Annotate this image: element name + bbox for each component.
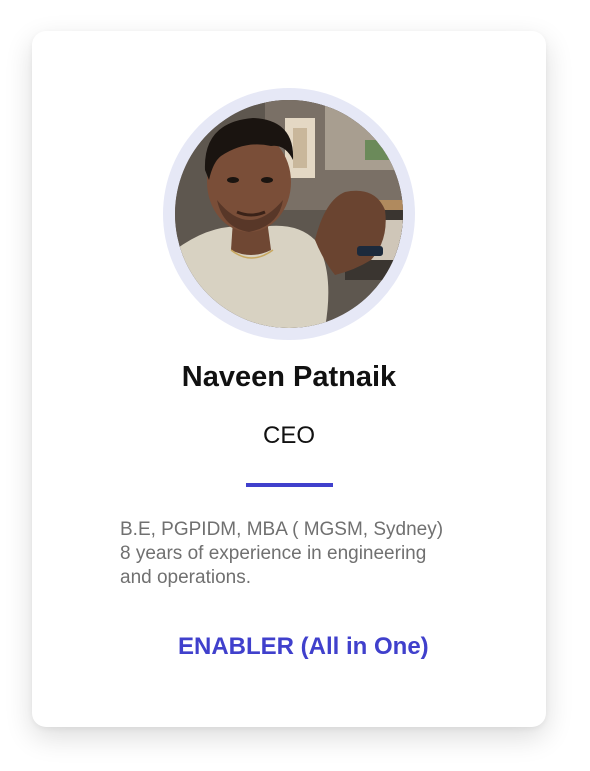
profile-name: Naveen Patnaik (181, 361, 397, 393)
bio-line: and operations. (120, 567, 251, 588)
avatar-ring (163, 88, 415, 340)
profile-role: CEO (262, 422, 315, 449)
avatar (175, 100, 403, 328)
profile-tagline: ENABLER (All in One) (178, 633, 429, 660)
profile-bio: B.E, PGPIDM, MBA ( MGSM, Sydney) 8 years… (120, 518, 480, 590)
bio-line: 8 years of experience in engineering (120, 543, 427, 564)
divider (246, 483, 333, 487)
avatar-photo (175, 100, 403, 328)
profile-card: Naveen Patnaik CEO B.E, PGPIDM, MBA ( MG… (32, 31, 546, 727)
bio-line: B.E, PGPIDM, MBA ( MGSM, Sydney) (120, 519, 444, 540)
